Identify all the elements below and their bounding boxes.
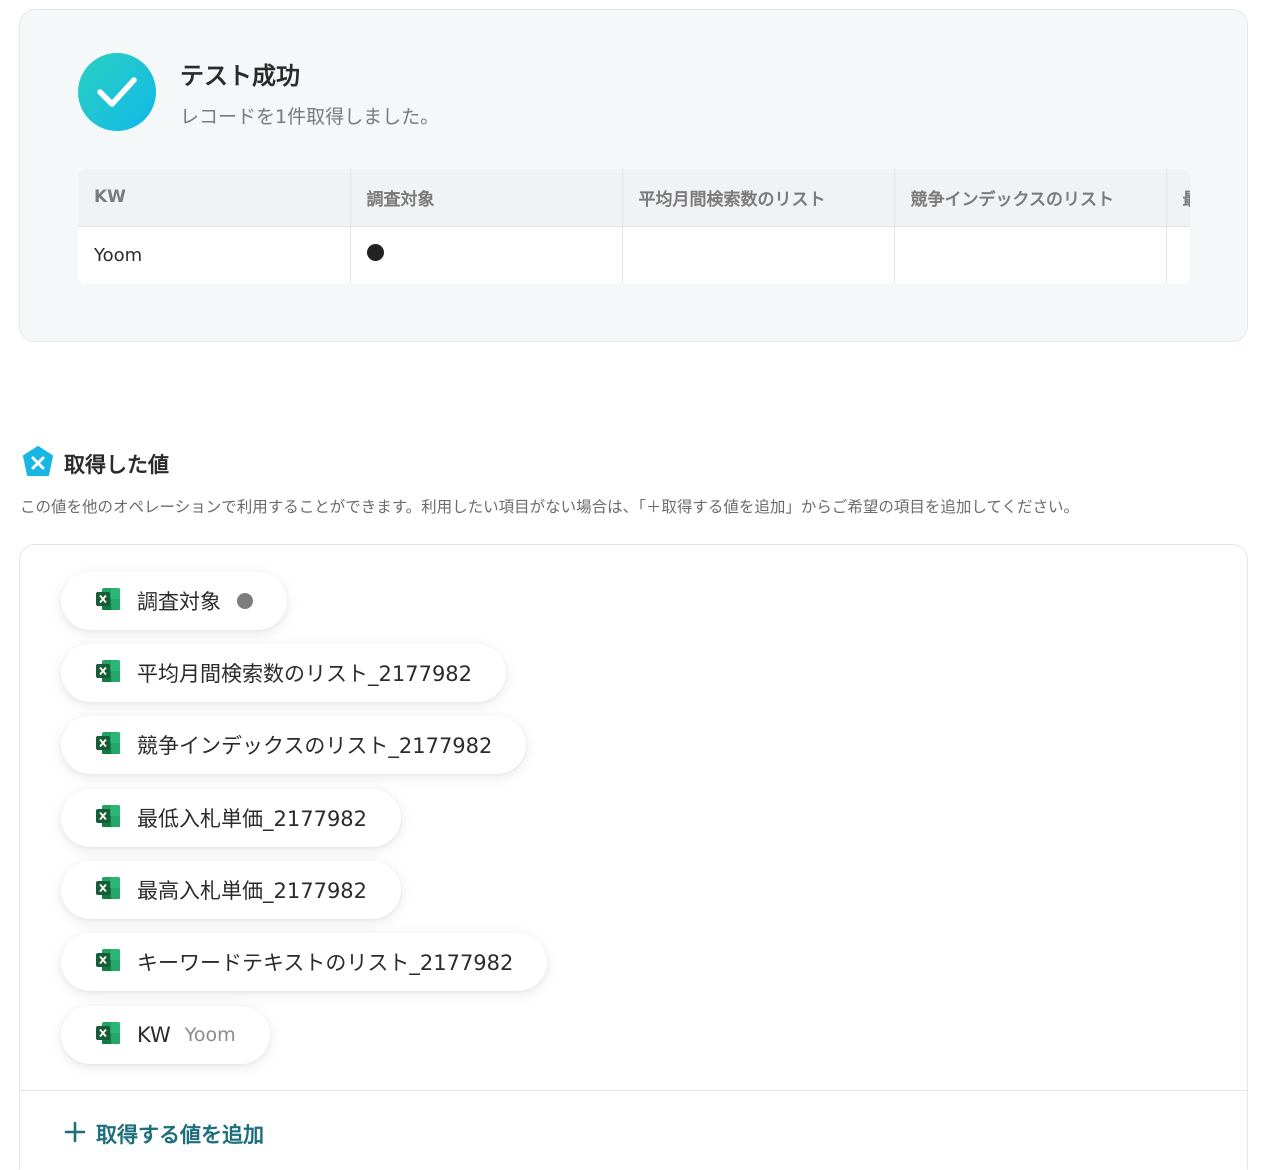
page: テスト成功 レコードを1件取得しました。 KW 調査対象 平均月間検索数のリスト… (0, 0, 1262, 1170)
excel-icon (95, 804, 121, 832)
cell-avg-search (622, 226, 895, 284)
obtained-values-card: 調査対象 平均月間検索数のリスト_2177982 競争インデックスのリスト_21… (19, 544, 1248, 1170)
result-title: テスト成功 (180, 62, 300, 90)
values-section-header: 取得した値 (22, 446, 169, 482)
column-header: KW (78, 169, 351, 227)
excel-icon (95, 659, 121, 687)
column-header: 最 (1166, 169, 1190, 227)
column-header: 調査対象 (350, 169, 623, 227)
record-dot-icon (366, 244, 384, 262)
value-chip[interactable]: 平均月間検索数のリスト_2177982 (61, 644, 507, 702)
chip-label: 最低入札単価_2177982 (137, 807, 368, 831)
excel-icon (95, 1021, 121, 1049)
chip-label: 平均月間検索数のリスト_2177982 (137, 662, 473, 686)
add-value-button[interactable]: 取得する値を追加 (64, 1119, 264, 1149)
chip-label: 競争インデックスのリスト_2177982 (137, 734, 493, 758)
chip-label: 最高入札単価_2177982 (137, 879, 368, 903)
value-chip[interactable]: KW Yoom (61, 1006, 270, 1064)
value-chip[interactable]: 競争インデックスのリスト_2177982 (61, 716, 527, 774)
value-chip[interactable]: キーワードテキストのリスト_2177982 (61, 933, 548, 991)
chip-label: キーワードテキストのリスト_2177982 (137, 951, 514, 975)
cell-target (350, 226, 623, 284)
value-chip[interactable]: 調査対象 (61, 572, 287, 630)
chip-label: KW (137, 1023, 171, 1047)
value-chip[interactable]: 最低入札単価_2177982 (61, 789, 402, 847)
cell-extra (1166, 226, 1190, 284)
excel-icon (95, 876, 121, 904)
excel-icon (95, 587, 121, 615)
chip-value-dot-icon (237, 593, 253, 609)
yoom-variable-icon (22, 446, 54, 482)
cell-competition (894, 226, 1167, 284)
excel-icon (95, 731, 121, 759)
table-row: Yoom (78, 226, 1190, 284)
records-table-scroll[interactable]: KW 調査対象 平均月間検索数のリスト 競争インデックスのリスト 最 Yoom (78, 169, 1190, 284)
column-header: 平均月間検索数のリスト (622, 169, 895, 227)
result-subtitle: レコードを1件取得しました。 (180, 106, 440, 128)
plus-icon (64, 1119, 86, 1149)
values-section-title: 取得した値 (64, 453, 169, 477)
test-result-card: テスト成功 レコードを1件取得しました。 KW 調査対象 平均月間検索数のリスト… (19, 9, 1248, 342)
check-icon (78, 53, 156, 131)
chip-label: 調査対象 (137, 590, 221, 614)
excel-icon (95, 948, 121, 976)
values-card-footer: 取得する値を追加 (20, 1090, 1247, 1170)
chip-value: Yoom (184, 1024, 236, 1046)
column-header: 競争インデックスのリスト (894, 169, 1167, 227)
table-header-row: KW 調査対象 平均月間検索数のリスト 競争インデックスのリスト 最 (78, 169, 1190, 227)
records-table: KW 調査対象 平均月間検索数のリスト 競争インデックスのリスト 最 Yoom (78, 169, 1190, 284)
cell-kw: Yoom (78, 226, 351, 284)
add-value-label: 取得する値を追加 (96, 1123, 264, 1147)
values-section-description: この値を他のオペレーションで利用することができます。利用したい項目がない場合は、… (20, 498, 1079, 516)
value-chip[interactable]: 最高入札単価_2177982 (61, 861, 402, 919)
